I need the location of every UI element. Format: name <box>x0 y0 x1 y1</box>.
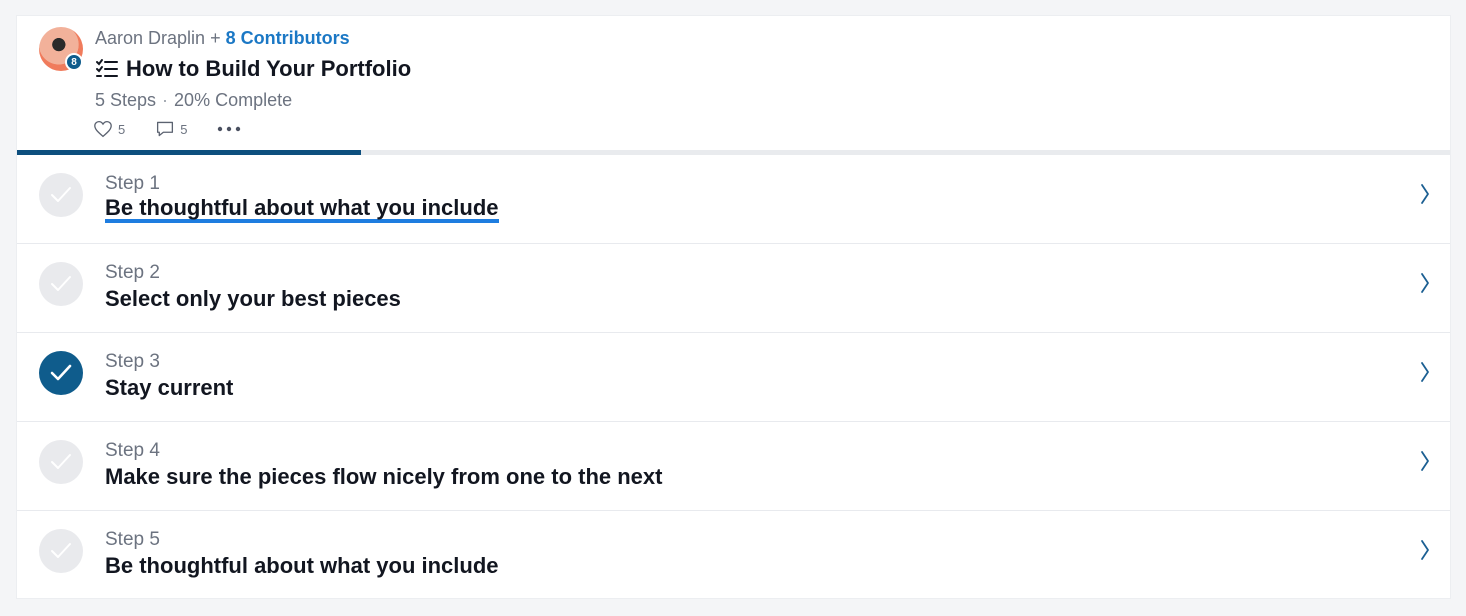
step-check-button[interactable] <box>39 173 83 217</box>
meta-separator: · <box>162 90 169 110</box>
author-name[interactable]: Aaron Draplin <box>95 28 205 48</box>
step-row[interactable]: Step 1 Be thoughtful about what you inclu… <box>17 155 1450 244</box>
like-count: 5 <box>118 121 126 137</box>
chevron-right-icon[interactable] <box>1418 272 1432 294</box>
step-check-button[interactable] <box>39 262 83 306</box>
step-row[interactable]: Step 2 Select only your best pieces <box>17 244 1450 333</box>
step-row[interactable]: Step 3 Stay current <box>17 333 1450 422</box>
step-number: Step 5 <box>105 529 160 550</box>
step-check-button[interactable] <box>39 351 83 395</box>
ellipsis-icon <box>218 126 241 132</box>
step-number: Step 4 <box>105 440 160 461</box>
step-check-button[interactable] <box>39 529 83 573</box>
portfolio-card: 8 Aaron Draplin + 8 Contributors How to … <box>17 16 1450 598</box>
step-title[interactable]: Be thoughtful about what you include <box>105 197 499 223</box>
chevron-right-icon[interactable] <box>1418 183 1432 205</box>
comment-count: 5 <box>180 121 188 137</box>
actions-row: 5 5 <box>93 120 276 138</box>
meta-row: 5 Steps · 20% Complete <box>95 90 292 111</box>
chevron-right-icon[interactable] <box>1418 539 1432 561</box>
chevron-right-icon[interactable] <box>1418 361 1432 383</box>
avatar-count-badge: 8 <box>65 53 83 71</box>
checklist-icon <box>96 59 118 77</box>
more-button[interactable] <box>217 126 246 132</box>
checkmark-icon <box>51 276 71 291</box>
step-row[interactable]: Step 5 Be thoughtful about what you inclu… <box>17 511 1450 600</box>
step-title[interactable]: Make sure the pieces flow nicely from on… <box>105 464 662 490</box>
checkmark-icon <box>51 187 71 202</box>
checkmark-icon <box>50 364 72 381</box>
step-check-button[interactable] <box>39 440 83 484</box>
step-title[interactable]: Select only your best pieces <box>105 286 401 312</box>
page-title: How to Build Your Portfolio <box>126 56 412 81</box>
step-row[interactable]: Step 4 Make sure the pieces flow nicely f… <box>17 422 1450 511</box>
title-row: How to Build Your Portfolio <box>95 56 411 82</box>
card-header: 8 Aaron Draplin + 8 Contributors How to … <box>17 16 1450 150</box>
comment-icon <box>157 121 174 137</box>
comment-button[interactable]: 5 <box>155 120 187 138</box>
complete-label: 20% Complete <box>174 90 293 110</box>
like-button[interactable]: 5 <box>93 120 125 138</box>
steps-count: 5 Steps <box>95 90 157 110</box>
step-number: Step 1 <box>105 173 160 194</box>
byline: Aaron Draplin + 8 Contributors <box>95 28 350 49</box>
steps-list: Step 1 Be thoughtful about what you inclu… <box>17 155 1450 600</box>
heart-icon <box>94 120 112 138</box>
chevron-right-icon[interactable] <box>1418 450 1432 472</box>
checkmark-icon <box>51 543 71 558</box>
step-number: Step 3 <box>105 351 160 372</box>
step-number: Step 2 <box>105 262 160 283</box>
step-title[interactable]: Stay current <box>105 375 233 401</box>
byline-plus: + <box>210 28 221 48</box>
checkmark-icon <box>51 454 71 469</box>
step-title[interactable]: Be thoughtful about what you include <box>105 553 499 579</box>
contributors-link[interactable]: 8 Contributors <box>226 28 350 48</box>
